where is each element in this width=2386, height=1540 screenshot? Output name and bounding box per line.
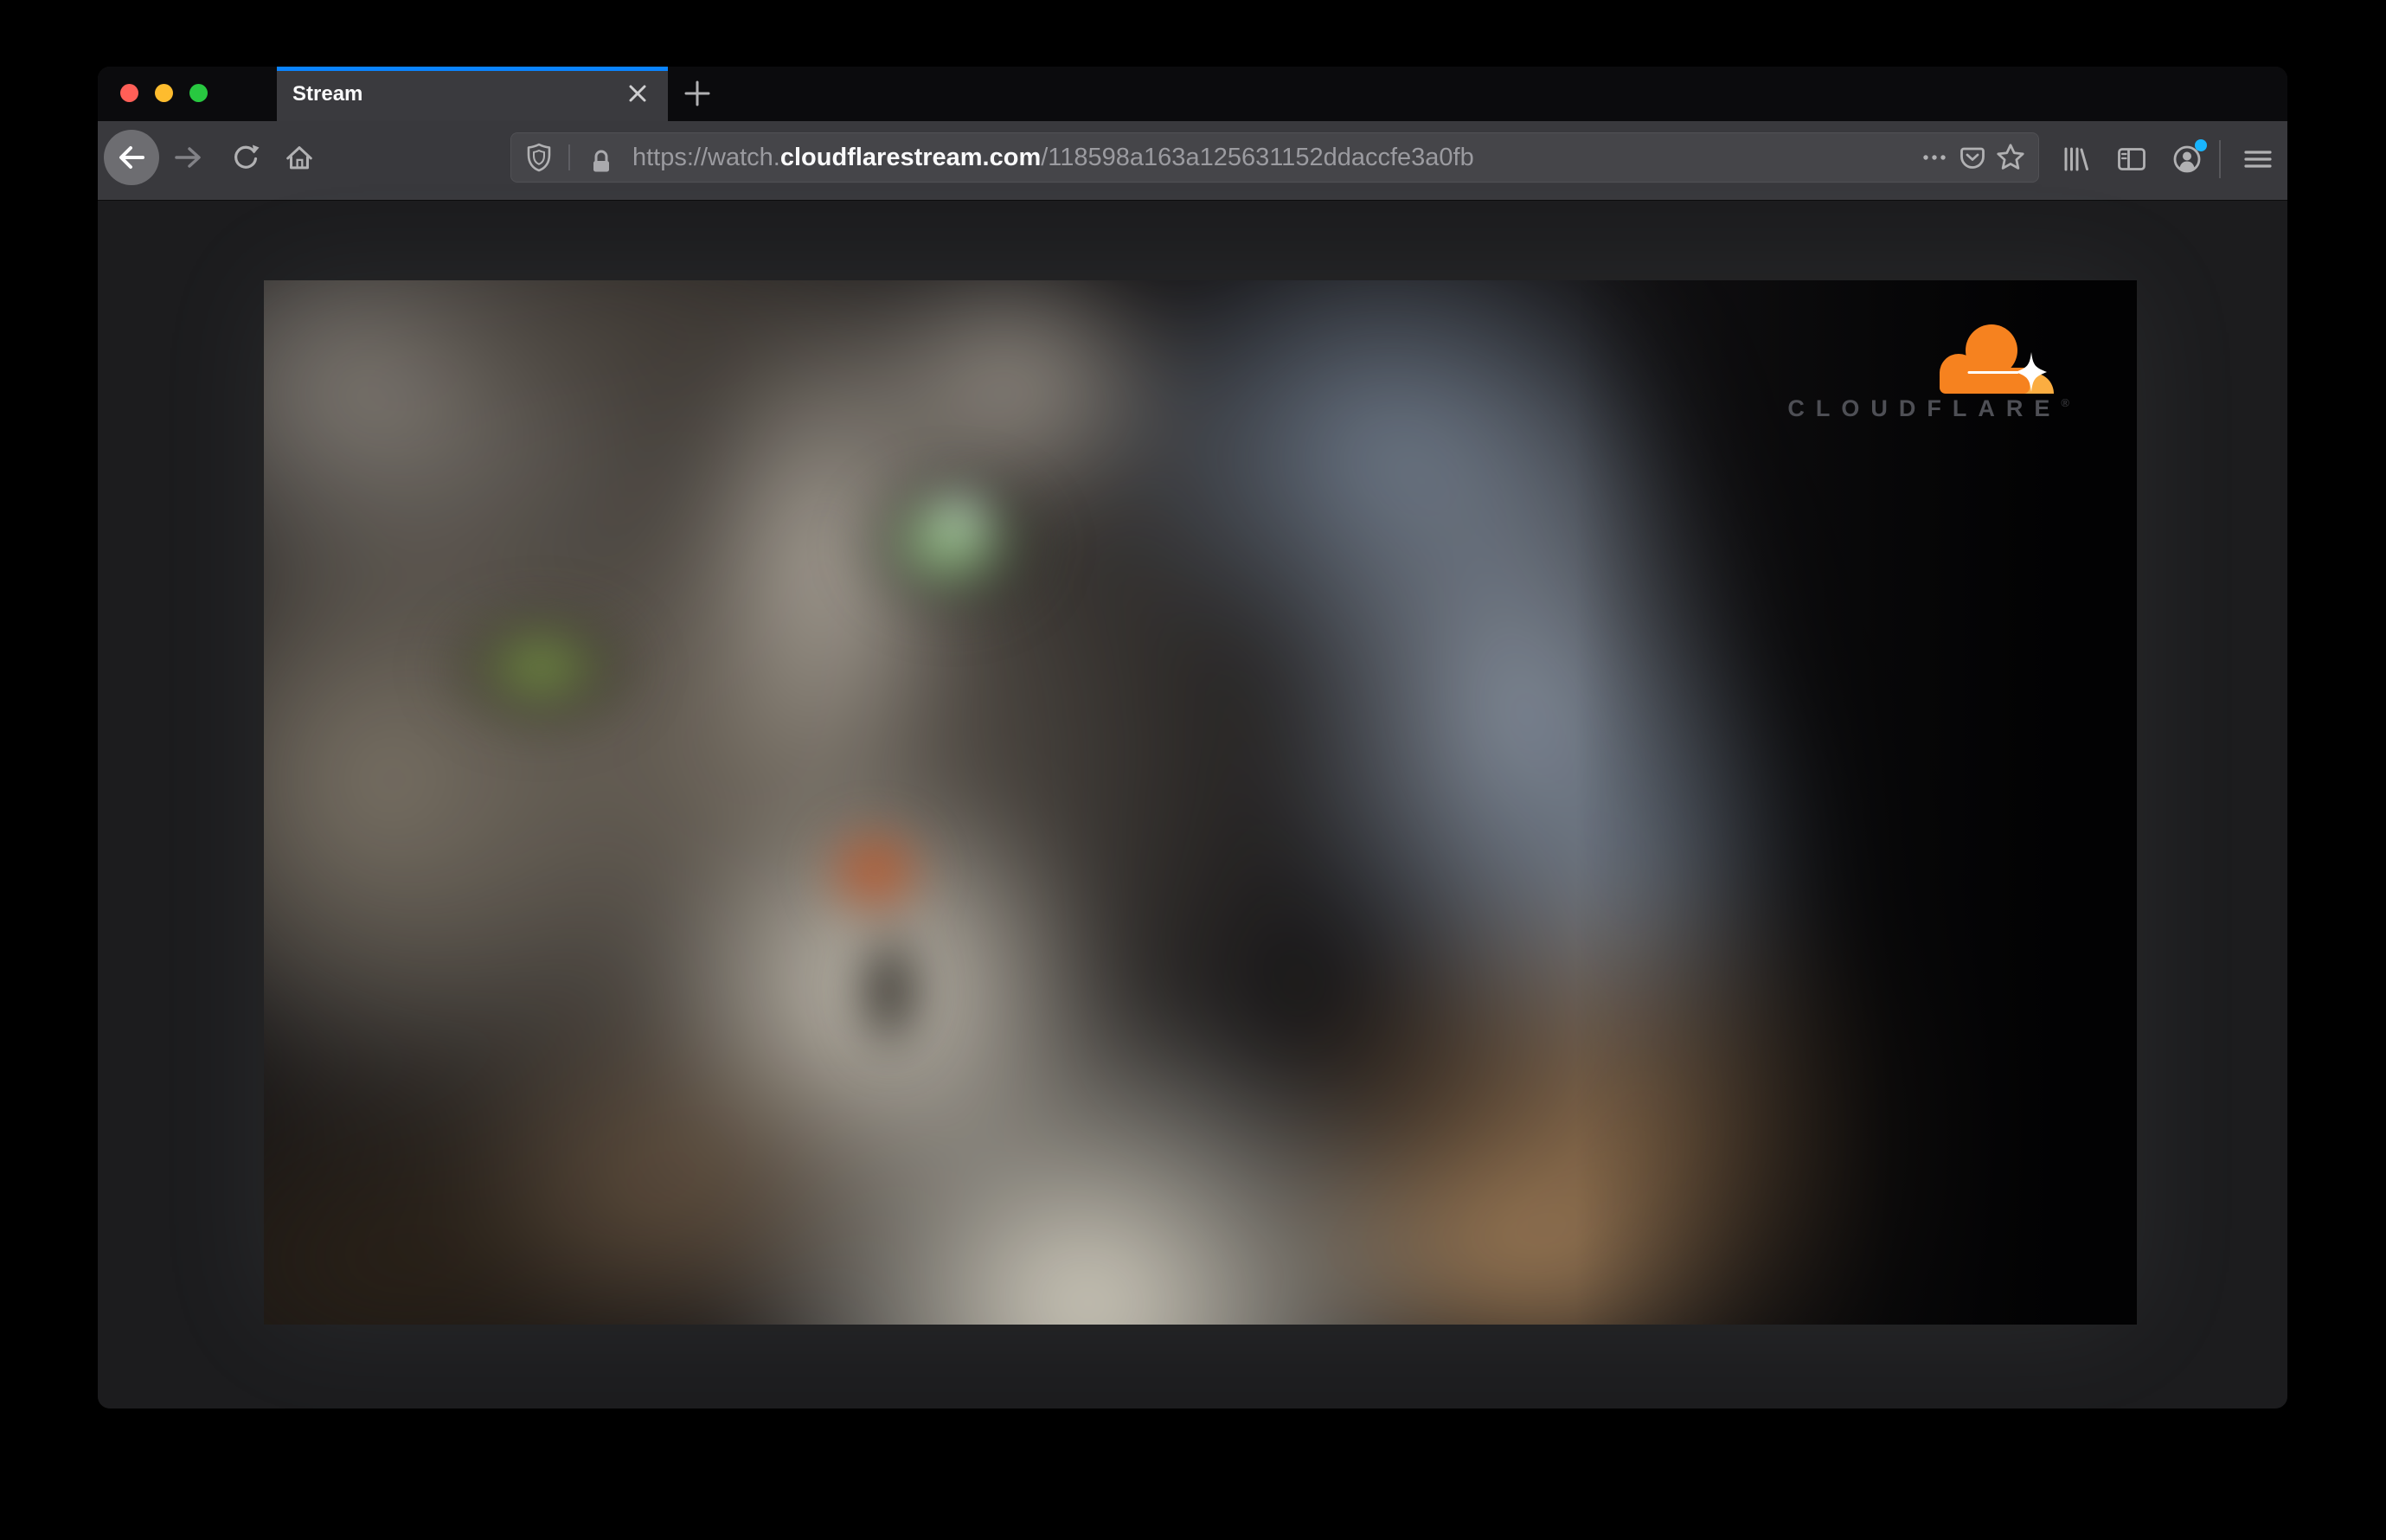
tab-title: Stream bbox=[292, 81, 363, 106]
cloudflare-cloud-icon bbox=[1940, 324, 2054, 394]
browser-window: Stream https://watch.cloudflarestream.co… bbox=[98, 67, 2287, 1408]
url-domain: cloudflarestream.com bbox=[779, 143, 1042, 171]
video-right-shadow bbox=[264, 280, 2137, 1325]
urlbar-divider bbox=[568, 144, 570, 170]
active-tab-indicator bbox=[277, 67, 668, 71]
tracking-shield-icon[interactable] bbox=[520, 138, 558, 176]
cloudflare-logo: CLOUDFLARE® bbox=[1787, 319, 2069, 420]
navigation-toolbar: https://watch.cloudflarestream.com/11859… bbox=[98, 121, 2287, 201]
tab-close-icon[interactable] bbox=[623, 79, 652, 108]
sidebar-icon[interactable] bbox=[2114, 142, 2149, 176]
library-icon[interactable] bbox=[2058, 142, 2093, 176]
forward-icon[interactable] bbox=[173, 142, 204, 173]
page-content: CLOUDFLARE® bbox=[98, 201, 2287, 1408]
url-scheme: https://watch. bbox=[632, 143, 780, 171]
menu-icon[interactable] bbox=[2241, 142, 2275, 176]
tab-bar: Stream bbox=[98, 67, 2287, 121]
back-icon[interactable] bbox=[104, 130, 159, 185]
reload-icon[interactable] bbox=[229, 142, 260, 173]
account-notification-dot bbox=[2195, 139, 2207, 151]
url-text: https://watch.cloudflarestream.com/11859… bbox=[632, 144, 1474, 172]
tab-stream[interactable]: Stream bbox=[277, 67, 668, 121]
close-window-button[interactable] bbox=[120, 84, 138, 102]
home-icon[interactable] bbox=[284, 142, 315, 173]
new-tab-icon[interactable] bbox=[680, 76, 715, 111]
trademark-symbol: ® bbox=[2061, 396, 2069, 409]
url-path: /118598a163a125631152ddaccfe3a0fb bbox=[1041, 143, 1474, 171]
toolbar-divider bbox=[2219, 140, 2221, 178]
minimize-window-button[interactable] bbox=[155, 84, 173, 102]
account-icon[interactable] bbox=[2170, 139, 2207, 176]
window-controls bbox=[120, 84, 208, 102]
url-bar[interactable]: https://watch.cloudflarestream.com/11859… bbox=[510, 132, 2039, 183]
cloudflare-wordmark: CLOUDFLARE® bbox=[1787, 395, 2069, 421]
bookmark-star-icon[interactable] bbox=[1992, 138, 2030, 176]
lock-icon[interactable] bbox=[582, 138, 620, 176]
page-actions-icon[interactable] bbox=[1915, 138, 1953, 176]
pocket-icon[interactable] bbox=[1953, 138, 1992, 176]
zoom-window-button[interactable] bbox=[189, 84, 208, 102]
video-player[interactable]: CLOUDFLARE® bbox=[264, 280, 2137, 1325]
